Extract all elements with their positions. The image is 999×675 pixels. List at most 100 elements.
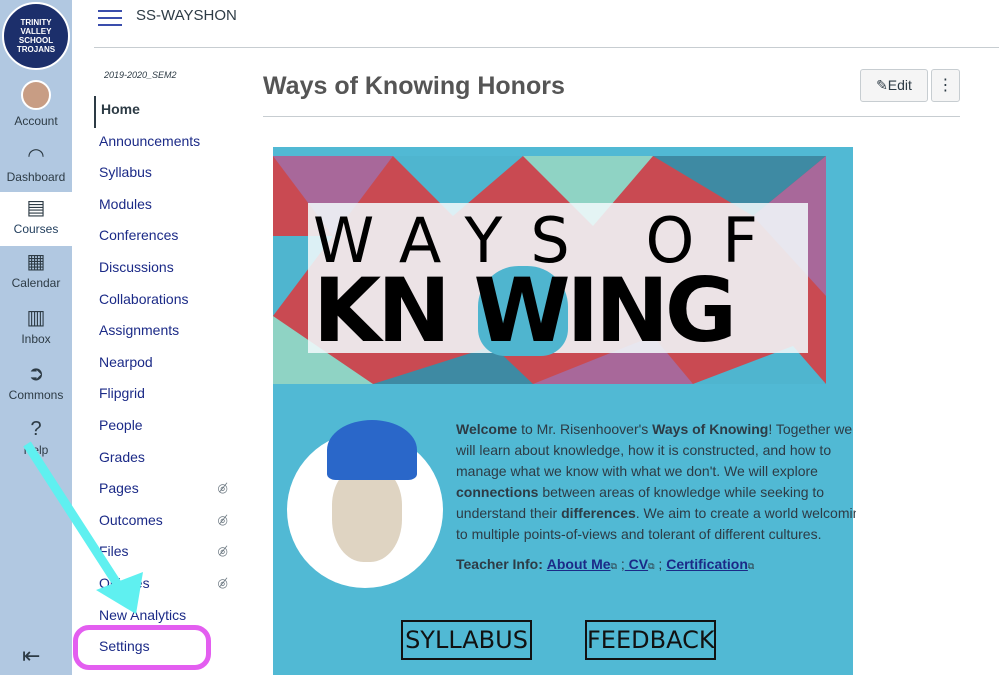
nav-label: Quizzes [99, 574, 150, 591]
school-logo[interactable]: TRINITY VALLEY SCHOOL TROJANS [2, 2, 70, 70]
page-content: WAYS OF KN WING Welcome to Mr. Risenhoov… [273, 147, 856, 675]
nav-label: Flipgrid [99, 385, 145, 402]
logo-text: TRINITY VALLEY SCHOOL TROJANS [16, 18, 56, 54]
course-navigation: Home Announcements Syllabus Modules Conf… [94, 96, 234, 665]
course-nav-quizzes[interactable]: Quizzes ◎̸ [94, 570, 234, 602]
about-me-link[interactable]: About Me [547, 556, 611, 572]
course-nav-pages[interactable]: Pages ◎̸ [94, 475, 234, 507]
hamburger-menu-icon[interactable] [98, 10, 122, 26]
nav-label: Files [99, 543, 129, 560]
course-nav-flipgrid[interactable]: Flipgrid [94, 380, 234, 412]
welcome-text: Welcome to Mr. Risenhoover's Ways of Kno… [456, 419, 856, 545]
course-bold: Ways of Knowing [652, 421, 769, 437]
nav-label: Conferences [99, 227, 179, 244]
nav-label: Nearpod [99, 353, 153, 370]
nav-label: Modules [99, 195, 152, 212]
global-nav-label: Commons [8, 388, 64, 402]
hidden-eye-icon: ◎̸ [217, 575, 228, 590]
term-label: 2019-2020_SEM2 [104, 70, 177, 80]
la-cap-illustration [327, 420, 417, 480]
global-nav-help[interactable]: ? Help [0, 417, 72, 457]
collapse-nav-icon[interactable]: ⇤ [22, 643, 40, 669]
hidden-eye-icon: ◎̸ [217, 481, 228, 496]
more-options-button[interactable]: ⋮ [931, 69, 960, 102]
course-nav-outcomes[interactable]: Outcomes ◎̸ [94, 507, 234, 539]
global-nav-label: Help [23, 443, 49, 457]
syllabus-button[interactable]: SYLLABUS [401, 620, 532, 660]
text: . We aim to create a world welcoming [635, 505, 856, 521]
global-nav-label: Courses [13, 222, 59, 236]
breadcrumb-course[interactable]: SS-WAYSHON [136, 7, 237, 24]
nav-label: People [99, 416, 143, 433]
face-illustration [332, 467, 402, 562]
course-nav-grades[interactable]: Grades [94, 444, 234, 476]
nav-label: Grades [99, 448, 145, 465]
pencil-icon: ✎ [876, 77, 888, 93]
edit-button[interactable]: ✎Edit [860, 69, 928, 102]
course-nav-nearpod[interactable]: Nearpod [94, 349, 234, 381]
text-bold: connections [456, 484, 539, 500]
nav-label: Syllabus [99, 164, 152, 181]
title-divider [263, 116, 960, 117]
question-icon: ? [30, 418, 42, 440]
page-title: Ways of Knowing Honors [263, 72, 565, 100]
feedback-button[interactable]: FEEDBACK [585, 620, 716, 660]
nav-label: Discussions [99, 258, 174, 275]
global-nav-label: Account [14, 114, 58, 128]
course-nav-collaborations[interactable]: Collaborations [94, 286, 234, 318]
external-link-icon: ⧉ [747, 561, 755, 571]
speedometer-icon: ◠ [27, 145, 45, 167]
global-nav-calendar[interactable]: ▦ Calendar [0, 250, 72, 290]
top-bar: SS-WAYSHON [94, 0, 999, 48]
course-nav-conferences[interactable]: Conferences [94, 222, 234, 254]
global-nav-label: Dashboard [6, 170, 66, 184]
global-nav-label: Calendar [11, 276, 61, 290]
nav-label: Collaborations [99, 290, 189, 307]
inbox-icon: ▥ [26, 307, 46, 329]
teacher-info-label: Teacher Info: [456, 556, 543, 572]
edit-label: Edit [887, 77, 912, 93]
external-link-icon: ⧉ [610, 561, 617, 571]
global-nav-label: Inbox [21, 332, 51, 346]
avatar [21, 80, 51, 110]
external-link-icon: ⧉ [648, 561, 655, 571]
nav-label: New Analytics [99, 606, 187, 623]
teacher-portrait [287, 420, 443, 588]
nav-label: Pages [99, 480, 139, 497]
text: to Mr. Risenhoover's [517, 421, 653, 437]
course-nav-people[interactable]: People [94, 412, 234, 444]
settings-highlight [73, 625, 211, 670]
cv-link[interactable]: CV [625, 556, 648, 572]
text: understand their [456, 505, 562, 521]
course-nav-assignments[interactable]: Assignments [94, 317, 234, 349]
course-nav-home[interactable]: Home [94, 96, 234, 128]
welcome-bold: Welcome [456, 421, 518, 437]
hidden-eye-icon: ◎̸ [217, 512, 228, 527]
text-bold: differences [561, 505, 636, 521]
ways-of-knowing-banner: WAYS OF KN WING [273, 156, 826, 384]
global-nav-account[interactable]: Account [0, 80, 72, 128]
global-nav-inbox[interactable]: ▥ Inbox [0, 306, 72, 346]
text: between areas of knowledge while seeking… [538, 484, 825, 500]
book-icon: ▤ [26, 197, 46, 219]
certification-link[interactable]: Certification [666, 556, 748, 572]
text: to multiple points-of-views and tolerant… [456, 526, 822, 542]
nav-label: Home [101, 101, 140, 117]
calendar-icon: ▦ [26, 251, 46, 273]
global-navigation: TRINITY VALLEY SCHOOL TROJANS Account ◠ … [0, 0, 72, 675]
banner-line2: KN WING [313, 259, 737, 362]
course-nav-announcements[interactable]: Announcements [94, 128, 234, 160]
course-nav-discussions[interactable]: Discussions [94, 254, 234, 286]
course-nav-files[interactable]: Files ◎̸ [94, 538, 234, 570]
teacher-info: Teacher Info: About Me⧉ ; CV⧉ ; Certific… [456, 556, 755, 572]
commons-icon: ➲ [27, 363, 45, 385]
nav-label: Outcomes [99, 511, 163, 528]
nav-label: Announcements [99, 132, 201, 149]
global-nav-commons[interactable]: ➲ Commons [0, 362, 72, 402]
course-nav-modules[interactable]: Modules [94, 191, 234, 223]
course-nav-syllabus[interactable]: Syllabus [94, 159, 234, 191]
global-nav-dashboard[interactable]: ◠ Dashboard [0, 144, 72, 190]
hidden-eye-icon: ◎̸ [217, 544, 228, 559]
global-nav-courses[interactable]: ▤ Courses [0, 192, 72, 246]
text: manage what we know with what we don't. … [456, 463, 818, 479]
